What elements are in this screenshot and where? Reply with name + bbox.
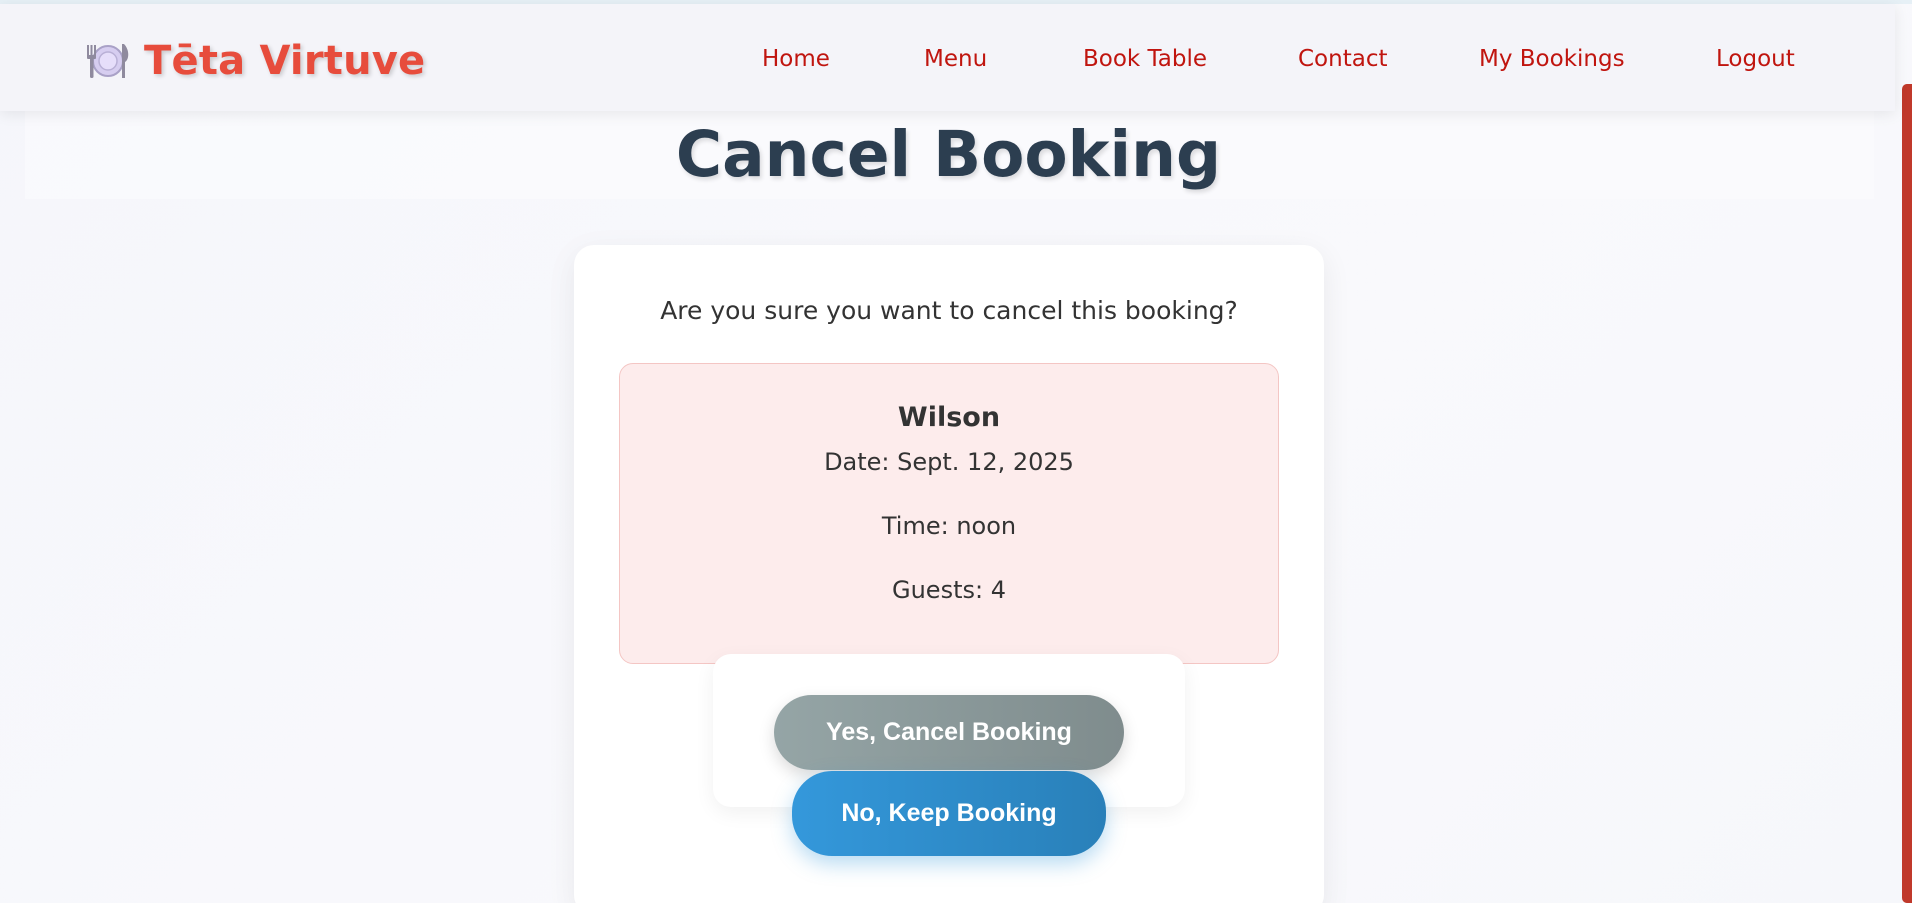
no-keep-booking-button[interactable]: No, Keep Booking: [792, 771, 1106, 856]
confirm-question: Are you sure you want to cancel this boo…: [660, 296, 1238, 325]
booking-time: Time: noon: [881, 512, 1017, 540]
yes-cancel-booking-button[interactable]: Yes, Cancel Booking: [774, 695, 1124, 770]
nav-logout[interactable]: Logout: [1716, 46, 1795, 72]
nav-menu[interactable]: Menu: [924, 46, 987, 72]
booking-date: Date: Sept. 12, 2025: [824, 448, 1074, 476]
nav-my-bookings[interactable]: My Bookings: [1479, 46, 1625, 72]
booking-name: Wilson: [897, 402, 1001, 433]
nav-book-table[interactable]: Book Table: [1083, 46, 1207, 72]
booking-details: Wilson Date: Sept. 12, 2025 Time: noon G…: [619, 363, 1279, 664]
page-title: Cancel Booking: [675, 118, 1222, 191]
navbar: Tēta Virtuve Home Menu Book Table Contac…: [0, 4, 1895, 111]
nav-contact[interactable]: Contact: [1298, 46, 1387, 72]
booking-guests: Guests: 4: [892, 576, 1006, 604]
scrollbar-thumb[interactable]: [1902, 84, 1912, 903]
nav-home[interactable]: Home: [762, 46, 830, 72]
nav-links: Home Menu Book Table Contact My Bookings…: [0, 46, 1895, 78]
